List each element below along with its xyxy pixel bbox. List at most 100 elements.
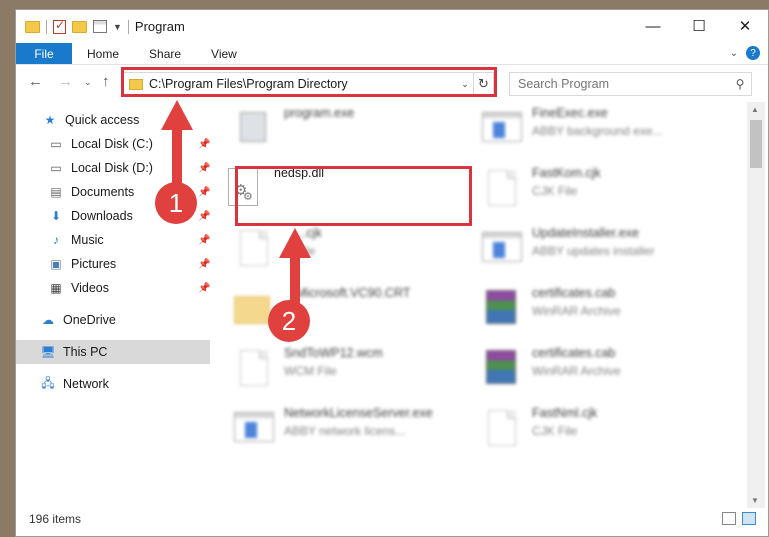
up-arrow-icon[interactable]: ↑ (102, 73, 110, 90)
sidebar-item-network[interactable]: 🖧 Network (40, 372, 109, 396)
pin-icon[interactable]: 📌 (198, 235, 210, 246)
file-item[interactable]: FastNml.cjk CJK File (472, 402, 712, 458)
cloud-icon: ☁ (42, 313, 54, 327)
back-arrow-icon[interactable]: ← (28, 73, 43, 90)
sidebar-item-pictures[interactable]: ▣ Pictures 📌 (48, 252, 210, 276)
pin-icon[interactable]: 📌 (198, 187, 210, 198)
ribbon-help-area: ⌄ ? (730, 46, 760, 60)
divider (127, 19, 129, 34)
network-icon: 🖧 (41, 375, 55, 390)
pictures-icon: ▣ (50, 257, 62, 271)
sidebar-item-onedrive[interactable]: ☁ OneDrive (40, 308, 116, 332)
file-type: CJK File (532, 424, 578, 438)
scrollbar-thumb[interactable] (750, 120, 762, 168)
sidebar-item-local-disk-c[interactable]: ▭ Local Disk (C:) 📌 (48, 132, 210, 156)
sidebar-item-quick-access[interactable]: ★ Quick access (42, 108, 140, 132)
file-name: FineExec.exe (532, 106, 608, 120)
window-title: Program (134, 19, 185, 34)
app-icon (482, 108, 522, 148)
computer-icon: 🖥 (40, 345, 56, 359)
sidebar-item-this-pc[interactable]: 🖥 This PC (16, 340, 210, 364)
sidebar-item-label: Quick access (65, 113, 140, 127)
sidebar-item-label: Local Disk (C:) (71, 137, 153, 151)
divider (46, 19, 47, 34)
exe-icon (234, 108, 274, 148)
document-icon (234, 348, 274, 388)
pin-icon[interactable]: 📌 (198, 211, 210, 222)
tab-file[interactable]: File (16, 43, 72, 64)
file-name: Microsoft.VC90.CRT (296, 286, 411, 300)
sidebar-item-label: This PC (63, 345, 108, 359)
document-icon (482, 168, 522, 208)
file-name: certificates.cab (532, 286, 616, 300)
sidebar-item-label: Local Disk (D:) (71, 161, 153, 175)
title-bar: ▼ Program — ☐ ✕ (16, 10, 768, 43)
sidebar-item-label: Documents (71, 185, 135, 199)
file-item[interactable]: certificates.cab WinRAR Archive (472, 282, 712, 338)
scroll-up-icon[interactable]: ▲ (751, 105, 759, 114)
file-item[interactable]: Microsoft.VC90.CRT (224, 282, 464, 338)
app-icon (234, 408, 274, 448)
drive-icon: ▭ (50, 137, 62, 151)
pin-icon[interactable]: 📌 (198, 139, 210, 150)
arrow-shaft (172, 128, 182, 188)
file-item[interactable]: program.exe (224, 102, 464, 158)
file-name: certificates.cab (532, 346, 616, 360)
view-options-icon[interactable] (93, 20, 107, 33)
vertical-scrollbar[interactable]: ▲ ▼ (747, 102, 765, 508)
app-icon (482, 228, 522, 268)
file-name: FastKom.cjk (532, 166, 601, 180)
rar-archive-icon (482, 348, 522, 388)
music-note-icon: ♪ (53, 233, 59, 247)
file-item[interactable]: UpdateInstaller.exe ABBY updates install… (472, 222, 712, 278)
file-type: ABBY background exe... (532, 124, 663, 138)
window-controls: — ☐ ✕ (630, 10, 768, 42)
file-item[interactable]: ...cjk File (224, 222, 464, 278)
recent-locations-chevron-icon[interactable]: ⌄ (84, 77, 92, 88)
pin-icon[interactable]: 📌 (198, 163, 210, 174)
details-view-icon[interactable] (722, 512, 736, 525)
new-folder-icon[interactable] (72, 20, 87, 33)
sidebar-item-videos[interactable]: ▦ Videos 📌 (48, 276, 210, 300)
search-icon: ⚲ (735, 77, 745, 91)
file-item[interactable]: SndToWP12.wcm WCM File (224, 342, 464, 398)
file-type: ABBY network licens... (284, 424, 406, 438)
file-item[interactable]: FineExec.exe ABBY background exe... (472, 102, 712, 158)
close-button[interactable]: ✕ (722, 10, 768, 42)
search-box[interactable]: ⚲ (509, 72, 752, 96)
minimize-button[interactable]: — (630, 10, 676, 42)
tab-share[interactable]: Share (134, 43, 196, 64)
videos-icon: ▦ (50, 281, 62, 295)
file-type: ABBY updates installer (532, 244, 655, 258)
expand-ribbon-chevron-icon[interactable]: ⌄ (730, 48, 738, 59)
address-bar-highlight (121, 67, 497, 97)
properties-check-icon[interactable] (53, 18, 66, 34)
forward-arrow-icon[interactable]: → (58, 73, 73, 90)
help-icon[interactable]: ? (746, 46, 760, 60)
sidebar-item-label: Music (71, 233, 104, 247)
tab-view[interactable]: View (196, 43, 252, 64)
tab-home[interactable]: Home (72, 43, 134, 64)
file-item[interactable]: NetworkLicenseServer.exe ABBY network li… (224, 402, 464, 458)
file-type: WCM File (284, 364, 337, 378)
arrow-shaft (290, 256, 300, 306)
document-icon (234, 228, 274, 268)
file-type: WinRAR Archive (532, 364, 621, 378)
view-switcher (722, 512, 756, 525)
sidebar-item-local-disk-d[interactable]: ▭ Local Disk (D:) 📌 (48, 156, 210, 180)
sidebar-item-label: Downloads (71, 209, 133, 223)
file-item[interactable]: FastKom.cjk CJK File (472, 162, 712, 218)
sidebar-item-music[interactable]: ♪ Music 📌 (48, 228, 210, 252)
file-item[interactable]: certificates.cab WinRAR Archive (472, 342, 712, 398)
pin-icon[interactable]: 📌 (198, 283, 210, 294)
file-name: FastNml.cjk (532, 406, 598, 420)
step-badge-1: 1 (155, 182, 197, 224)
tiles-view-icon[interactable] (742, 512, 756, 525)
sidebar-item-label: Videos (71, 281, 109, 295)
quick-access-toolbar: ▼ (16, 18, 129, 34)
pin-icon[interactable]: 📌 (198, 259, 210, 270)
maximize-button[interactable]: ☐ (676, 10, 722, 42)
customize-toolbar-chevron-icon[interactable]: ▼ (113, 22, 122, 32)
search-input[interactable] (510, 73, 729, 95)
star-icon: ★ (44, 113, 56, 127)
